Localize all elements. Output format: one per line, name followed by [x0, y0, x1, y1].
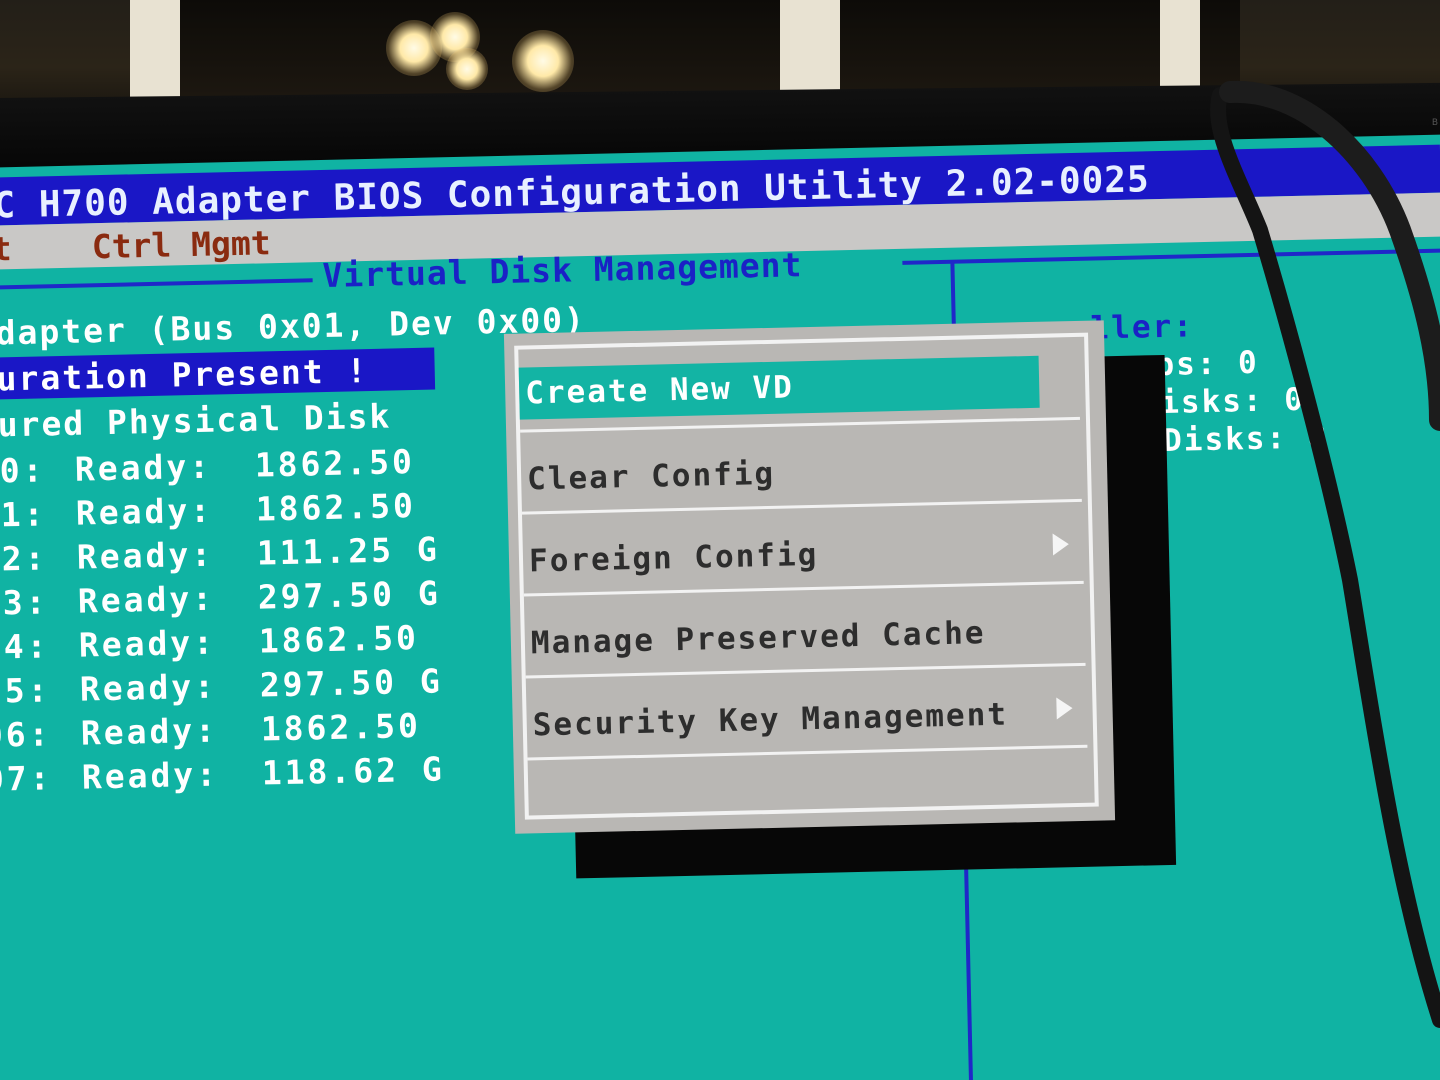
disk-row[interactable]: 01: Ready: 1862.50	[0, 486, 416, 535]
photo-stage: B RC H700 Adapter BIOS Configuration Uti…	[0, 0, 1440, 1080]
disk-slot: 02:	[0, 538, 48, 579]
bios-screen: RC H700 Adapter BIOS Configuration Utili…	[0, 133, 1440, 1080]
chandelier-light	[446, 48, 488, 90]
disk-size: 297.50 G	[259, 661, 444, 705]
menu-create-new-vd-label: Create New VD	[524, 369, 795, 412]
disk-slot: 01:	[0, 494, 47, 535]
disk-row[interactable]: 04: Ready: 1862.50	[0, 618, 419, 667]
disk-slot: 06:	[0, 714, 52, 755]
disk-size: 1862.50	[254, 441, 416, 485]
vd-operations-menu: Create New VD Clear Config Foreign Confi…	[503, 320, 1116, 834]
disk-state: Ready:	[79, 666, 218, 709]
monitor-logo: B	[1431, 118, 1438, 128]
disk-slot: 05:	[0, 670, 51, 711]
adapter-node[interactable]: Adapter (Bus 0x01, Dev 0x00)	[0, 300, 586, 353]
disk-slot: 04:	[0, 626, 50, 667]
disk-state: Ready:	[81, 754, 220, 797]
disk-row[interactable]: 03: Ready: 297.50 G	[0, 573, 441, 622]
disk-row[interactable]: 00: Ready: 1862.50	[0, 442, 415, 491]
section-rule-left	[0, 278, 313, 290]
menu-item-ctrl-mgmt[interactable]: Ctrl Mgmt	[91, 223, 271, 266]
disk-state: Ready:	[77, 578, 216, 621]
disk-state: Ready:	[80, 710, 219, 753]
menu-item-mgmt[interactable]: nt	[0, 229, 12, 269]
unconfigured-disks-node[interactable]: gured Physical Disk	[0, 397, 392, 445]
disk-slot: 03:	[0, 582, 49, 623]
menu-foreign-config-label: Foreign Config	[528, 536, 819, 580]
disk-row[interactable]: 07: Ready: 118.62 G	[0, 749, 445, 798]
window-frame-left	[130, 0, 180, 104]
disk-slot: 00:	[0, 450, 46, 491]
disk-row[interactable]: 05: Ready: 297.50 G	[0, 661, 443, 710]
disk-size: 1862.50	[260, 705, 422, 749]
chandelier-light	[512, 30, 574, 92]
menu-security-key-management-label: Security Key Management	[532, 696, 1009, 744]
menu-manage-preserved-cache-label: Manage Preserved Cache	[530, 615, 986, 662]
disk-size: 111.25 G	[256, 529, 441, 573]
disk-state: Ready:	[74, 446, 213, 489]
disk-state: Ready:	[78, 622, 217, 665]
disk-state: Ready:	[76, 534, 215, 577]
disk-row[interactable]: 06: Ready: 1862.50	[0, 706, 421, 755]
arrow-right-icon	[1052, 533, 1070, 556]
arrow-right-icon	[1056, 697, 1073, 720]
disk-size: 1862.50	[258, 617, 420, 661]
disk-slot: 07:	[0, 758, 53, 799]
menu-clear-config-label: Clear Config	[526, 455, 776, 498]
config-present-node[interactable]: guration Present !	[0, 347, 436, 400]
disk-state: Ready:	[75, 490, 214, 533]
config-present-label: guration Present !	[0, 351, 369, 399]
disk-row[interactable]: 02: Ready: 111.25 G	[0, 529, 440, 578]
disk-size: 118.62 G	[261, 749, 446, 793]
disk-size: 297.50 G	[257, 573, 442, 617]
section-rule-right	[902, 248, 1440, 265]
disk-size: 1862.50	[255, 485, 417, 529]
